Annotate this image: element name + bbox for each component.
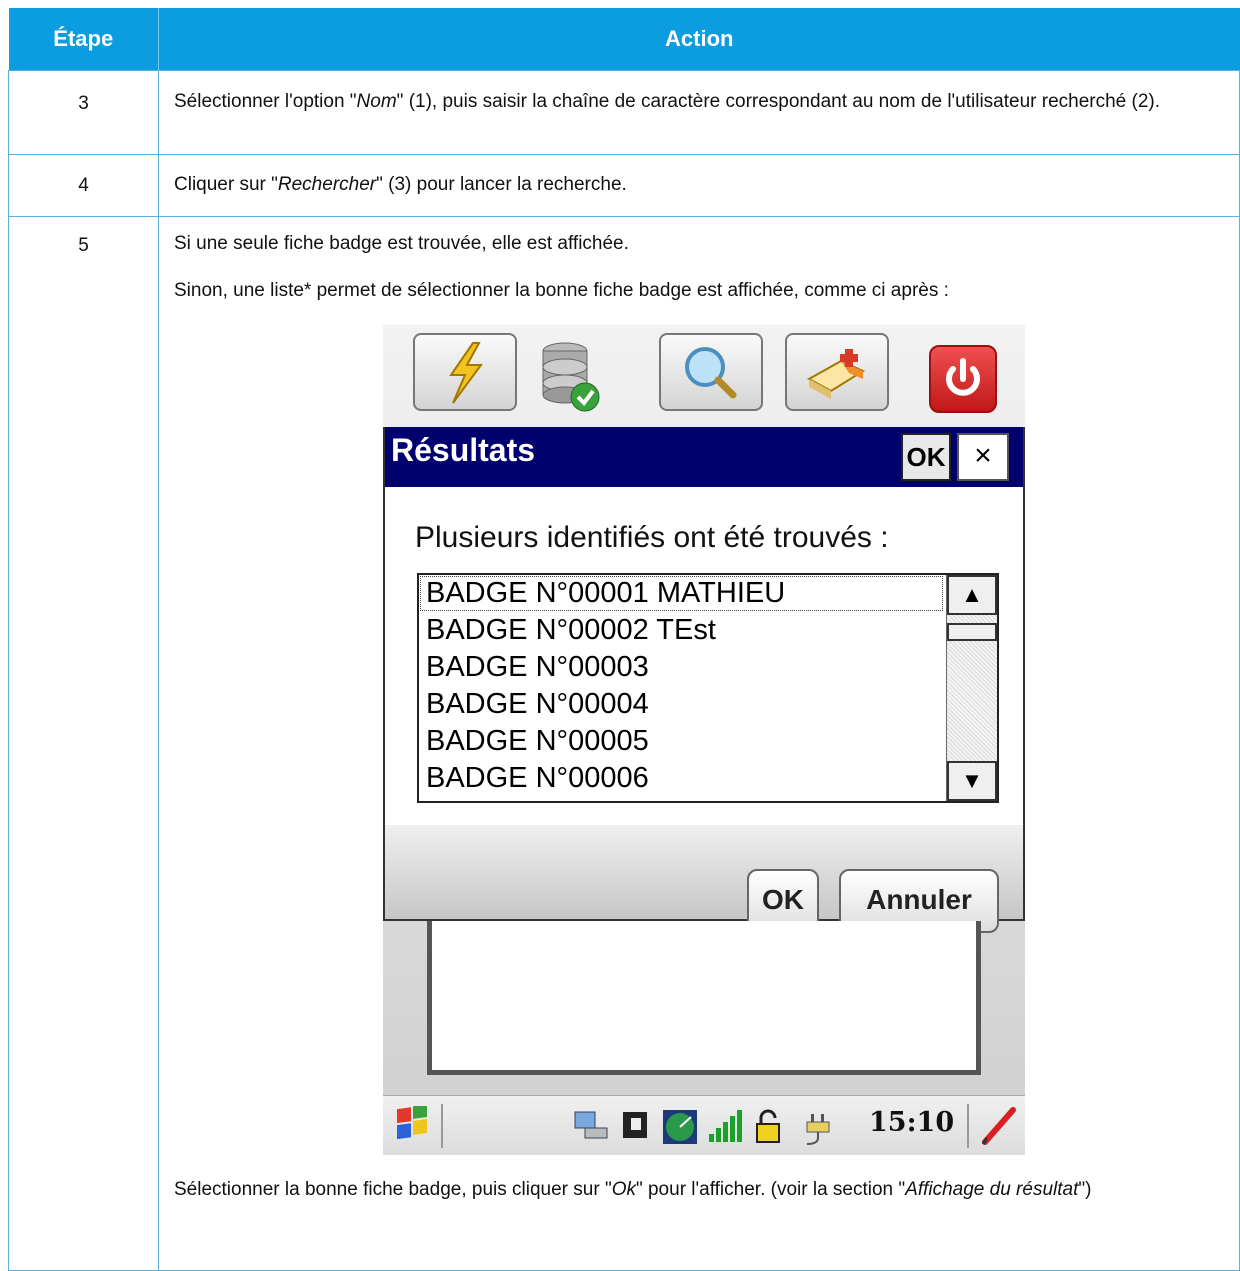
lightning-button[interactable]: [413, 333, 517, 411]
step-number: 3: [8, 70, 159, 155]
table-row: 4 Cliquer sur "Rechercher" (3) pour lanc…: [8, 154, 1240, 217]
clock[interactable]: 15:10: [869, 1109, 954, 1136]
close-icon[interactable]: ×: [957, 433, 1009, 481]
paragraph: Sélectionner la bonne fiche badge, puis …: [174, 1177, 1239, 1202]
pda-screenshot: Résultats OK × Plusieurs identifiés ont …: [383, 325, 1025, 1155]
action-text: Cliquer sur "Rechercher" (3) pour lancer…: [158, 154, 1240, 217]
eraser-button[interactable]: [785, 333, 889, 411]
dialog-footer: OK Annuler: [385, 825, 1023, 933]
magnifier-icon: [685, 347, 737, 399]
text-run-italic: Ok: [611, 1179, 636, 1200]
header-action: Action: [158, 8, 1240, 71]
list-item[interactable]: BADGE N°00005: [419, 723, 997, 760]
step-number: 4: [8, 154, 159, 217]
pen-input-icon[interactable]: [977, 1104, 1021, 1148]
results-dialog: Résultats OK × Plusieurs identifiés ont …: [383, 427, 1025, 933]
text-run: Cliquer sur ": [174, 174, 278, 195]
search-button[interactable]: [659, 333, 763, 411]
taskbar-divider: [441, 1104, 443, 1148]
signal-strength-icon[interactable]: [705, 1108, 745, 1146]
database-check-icon: [542, 342, 600, 412]
network-icon[interactable]: [571, 1108, 611, 1144]
titlebar-ok-button[interactable]: OK: [901, 433, 951, 481]
list-item[interactable]: BADGE N°00004: [419, 686, 997, 723]
table-row: 3 Sélectionner l'option "Nom" (1), puis …: [8, 70, 1240, 155]
paragraph: Sinon, une liste* permet de sélectionner…: [174, 280, 949, 301]
taskbar-divider: [967, 1104, 969, 1148]
step-number: 5: [8, 216, 159, 1271]
background-panel: [427, 921, 981, 1075]
text-run: Sélectionner la bonne fiche badge, puis …: [174, 1179, 612, 1200]
lightning-icon: [449, 342, 483, 404]
text-run: " pour l'afficher. (voir la section ": [635, 1179, 906, 1200]
header-step: Étape: [8, 8, 159, 71]
list-item[interactable]: BADGE N°00006: [419, 760, 997, 797]
power-icon: [946, 358, 980, 396]
power-plug-icon[interactable]: [799, 1108, 839, 1146]
text-run: " (1), puis saisir la chaîne de caractèr…: [396, 91, 1161, 112]
eraser-icon: [806, 349, 866, 399]
table-header-row: Étape Action: [8, 8, 1240, 71]
lock-icon[interactable]: [751, 1108, 785, 1146]
taskbar: 15:10: [383, 1095, 1025, 1155]
paragraph: Si une seule fiche badge est trouvée, el…: [174, 233, 629, 254]
list-item[interactable]: BADGE N°00003: [419, 649, 997, 686]
scroll-thumb[interactable]: [947, 623, 997, 641]
scrollbar[interactable]: ▲ ▼: [946, 575, 997, 801]
text-run-italic: Rechercher: [277, 174, 377, 195]
list-item[interactable]: BADGE N°00002 TEst: [419, 612, 997, 649]
text-run-italic: Nom: [356, 91, 397, 112]
windows-start-icon[interactable]: [391, 1106, 435, 1148]
dialog-title: Résultats: [391, 432, 536, 468]
table-row: 5 Si une seule fiche badge est trouvée, …: [8, 216, 1240, 1271]
list-item[interactable]: BADGE N°00001 MATHIEU: [419, 575, 944, 612]
scroll-up-icon[interactable]: ▲: [947, 575, 997, 615]
scroll-down-icon[interactable]: ▼: [947, 761, 997, 801]
dialog-prompt: Plusieurs identifiés ont été trouvés :: [415, 521, 889, 554]
action-text: Si une seule fiche badge est trouvée, el…: [158, 216, 1240, 1271]
text-run: " (3) pour lancer la recherche.: [376, 174, 627, 195]
power-button[interactable]: [929, 345, 997, 413]
text-run-italic: Affichage du résultat: [905, 1179, 1079, 1200]
list-items: BADGE N°00001 MATHIEU BADGE N°00002 TEst B…: [419, 575, 997, 797]
action-text: Sélectionner l'option "Nom" (1), puis sa…: [158, 70, 1240, 155]
procedure-table: Étape Action 3 Sélectionner l'option "No…: [8, 8, 1240, 1271]
radar-icon[interactable]: [661, 1108, 699, 1146]
results-listbox[interactable]: BADGE N°00001 MATHIEU BADGE N°00002 TEst B…: [417, 573, 999, 803]
dialog-titlebar: Résultats OK ×: [385, 427, 1023, 487]
text-run: "): [1078, 1179, 1092, 1200]
text-run: Sélectionner l'option ": [174, 91, 357, 112]
sim-card-icon[interactable]: [619, 1108, 653, 1144]
